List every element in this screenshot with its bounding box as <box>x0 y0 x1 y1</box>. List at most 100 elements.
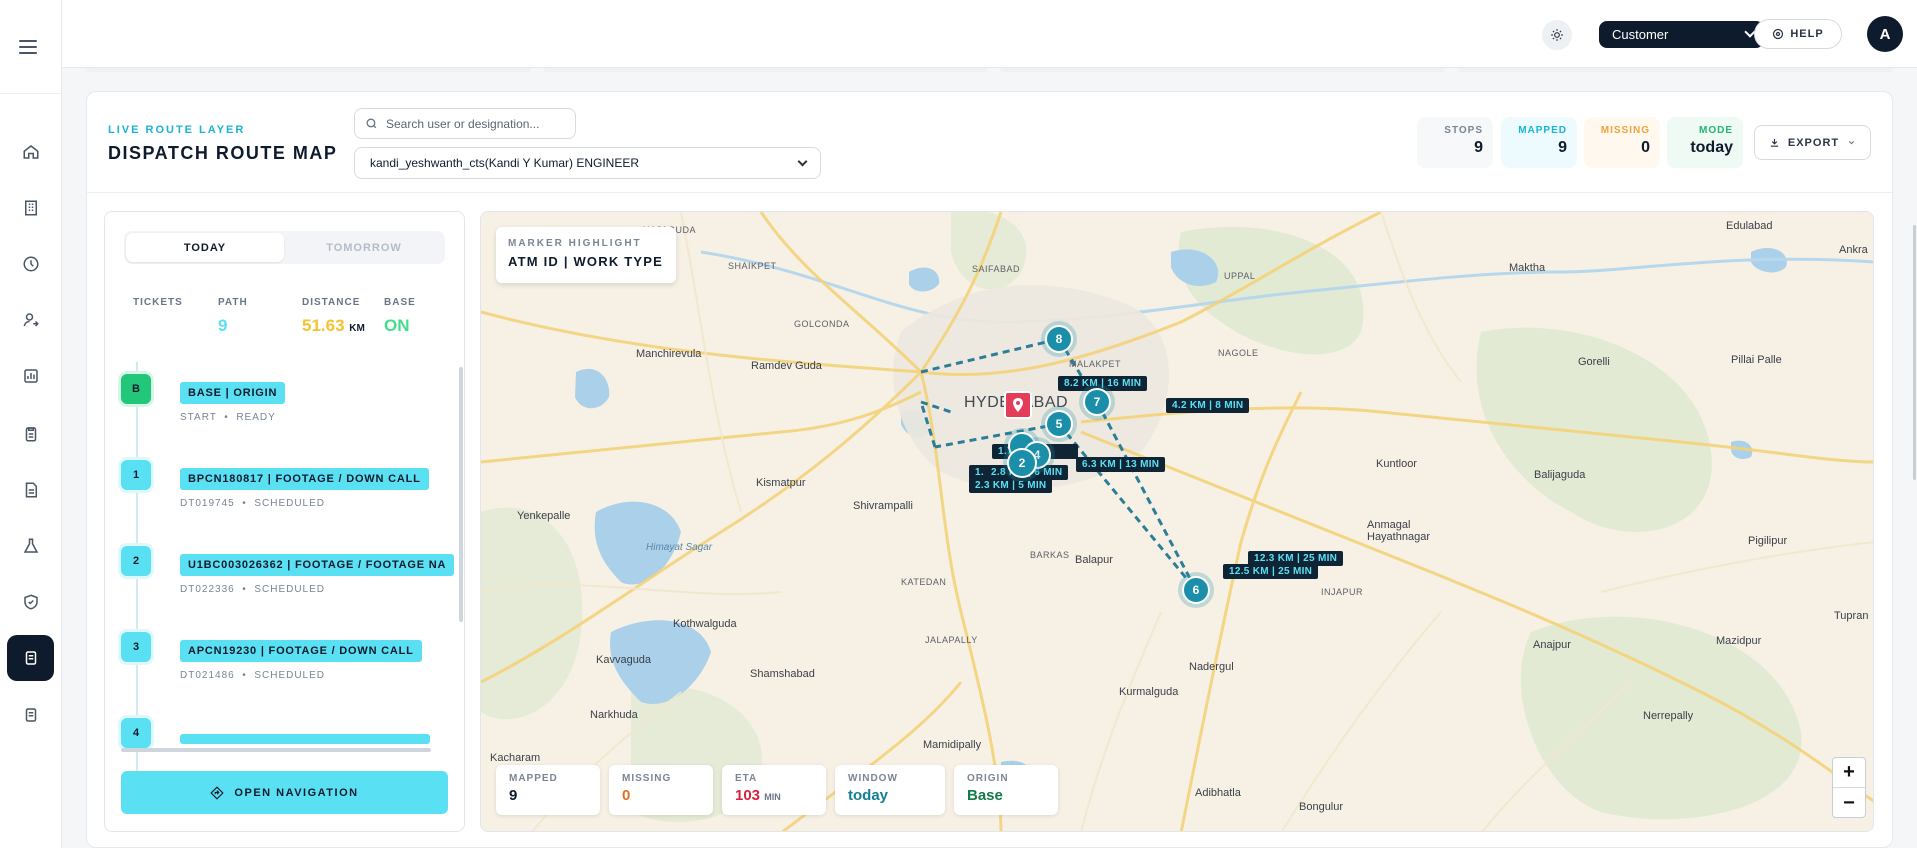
stop-meta: DT022336 • SCHEDULED <box>180 584 326 595</box>
route-marker[interactable]: 6 <box>1182 576 1210 604</box>
open-navigation-button[interactable]: OPEN NAVIGATION <box>121 771 448 814</box>
map-stat-value: 9 <box>509 787 518 804</box>
route-marker[interactable]: 2 <box>1007 448 1037 478</box>
hamburger-menu-icon[interactable] <box>19 36 43 60</box>
page-title: DISPATCH ROUTE MAP <box>108 143 338 163</box>
marker-highlight-card: MARKER HIGHLIGHT ATM ID | WORK TYPE <box>496 227 676 283</box>
help-button[interactable]: HELP <box>1754 19 1842 49</box>
stat-label: MAPPED <box>1518 125 1567 136</box>
stop-title-clipped <box>180 734 430 744</box>
kpi-value: ON <box>384 316 410 335</box>
map-stat-value: 103 <box>735 787 761 804</box>
stat-missing: MISSING 0 <box>1584 117 1660 168</box>
place-label: Shivrampalli <box>853 500 913 512</box>
place-label: Kacharam <box>490 752 541 764</box>
route-marker[interactable]: 5 <box>1045 410 1073 438</box>
map-stat-label: MISSING <box>622 773 672 784</box>
page-scrollbar[interactable] <box>1913 225 1916 480</box>
kpi-base: BASE ON <box>384 297 416 336</box>
role-select[interactable]: Customer <box>1599 21 1764 48</box>
place-label: Kothwalguda <box>673 618 737 630</box>
place-label: Nerrepally <box>1643 710 1694 722</box>
kpi-path: PATH 9 <box>218 297 248 336</box>
navigation-icon <box>210 785 225 800</box>
zoom-out-button[interactable]: − <box>1833 788 1865 818</box>
stop-badge: 4 <box>121 718 151 748</box>
stat-value: 9 <box>1558 139 1567 156</box>
zoom-in-button[interactable]: + <box>1833 758 1865 788</box>
tab-tomorrow[interactable]: TOMORROW <box>285 233 443 262</box>
route-panel: TODAY TOMORROW TICKETS PATH 9 DISTANCE 5… <box>104 211 465 832</box>
place-label: INJAPUR <box>1321 587 1364 597</box>
stat-stops: STOPS 9 <box>1417 117 1493 168</box>
stat-label: MISSING <box>1600 125 1650 136</box>
place-label: Kurmalguda <box>1119 686 1179 698</box>
stat-label: MODE <box>1699 125 1733 136</box>
search-input[interactable] <box>386 116 566 131</box>
place-label: Balijaguda <box>1534 469 1586 481</box>
nav-user-route[interactable] <box>7 297 54 343</box>
route-marker[interactable]: 7 <box>1083 388 1111 416</box>
nav-list-document[interactable] <box>7 692 54 738</box>
place-label: UPPAL <box>1224 271 1256 281</box>
panel-horizontal-scrollbar[interactable] <box>121 748 431 752</box>
theme-toggle[interactable] <box>1542 20 1572 50</box>
place-label: Adibhatla <box>1195 787 1241 799</box>
place-label: SHAIKPET <box>728 261 777 271</box>
kpi-label: PATH <box>218 297 248 308</box>
search-box[interactable] <box>354 108 576 139</box>
place-label: NAGOLE <box>1218 348 1259 358</box>
kpi-distance: DISTANCE 51.63 KM <box>302 297 365 336</box>
kpi-value: 51.63 <box>302 316 345 335</box>
stop-badge: 1 <box>121 460 151 490</box>
map-stat-missing: MISSING 0 <box>609 765 713 815</box>
map-stat-value: 0 <box>622 787 631 804</box>
nav-building[interactable] <box>7 185 54 231</box>
nav-dispatch-map[interactable] <box>7 635 54 681</box>
panel-scrollbar[interactable] <box>459 367 463 622</box>
map-stat-value: today <box>848 787 889 804</box>
place-label: BARKAS <box>1030 550 1070 560</box>
chevron-down-icon <box>1848 140 1855 145</box>
chart-icon <box>23 369 38 383</box>
route-marker[interactable]: 8 <box>1045 325 1073 353</box>
flask-icon <box>23 538 38 553</box>
nav-shield[interactable] <box>7 579 54 625</box>
route-map[interactable]: HAJAGUDA SHAIKPET SAIFABAD UPPAL Edulaba… <box>480 211 1874 832</box>
shield-icon <box>23 594 38 610</box>
nav-clock[interactable] <box>7 241 54 287</box>
tab-today[interactable]: TODAY <box>126 233 284 262</box>
stop-title: APCN19230 | FOOTAGE / DOWN CALL <box>180 640 422 662</box>
place-label: Pigilipur <box>1748 535 1788 547</box>
map-stat-mapped: MAPPED 9 <box>496 765 600 815</box>
document-icon <box>25 482 37 498</box>
stop-title: U1BC003026362 | FOOTAGE / FOOTAGE NA <box>180 554 455 576</box>
download-icon <box>1770 138 1779 147</box>
map-stat-unit: MIN <box>764 792 781 802</box>
base-location-pin[interactable] <box>1004 391 1032 419</box>
building-icon <box>24 200 37 216</box>
map-stat-label: MAPPED <box>509 773 558 784</box>
help-label: HELP <box>1790 28 1824 40</box>
nav-flask[interactable] <box>7 523 54 569</box>
nav-chart[interactable] <box>7 353 54 399</box>
map-stat-value: Base <box>967 787 1003 804</box>
sun-icon <box>1551 29 1563 41</box>
stop-badge: 2 <box>121 546 151 576</box>
nav-clipboard[interactable] <box>7 411 54 457</box>
day-tabs: TODAY TOMORROW <box>124 231 445 264</box>
place-label: GOLCONDA <box>794 319 850 329</box>
user-select[interactable]: kandi_yeshwanth_cts(Kandi Y Kumar) ENGIN… <box>354 147 821 179</box>
nav-home[interactable] <box>7 129 54 175</box>
place-label: Kavvaguda <box>596 654 652 666</box>
avatar[interactable]: A <box>1867 16 1903 52</box>
nav-document[interactable] <box>7 467 54 513</box>
sidebar-divider <box>0 93 62 94</box>
map-stat-eta: ETA 103 MIN <box>722 765 826 815</box>
export-button[interactable]: EXPORT <box>1754 125 1871 160</box>
stat-mode: MODE today <box>1667 117 1743 168</box>
card-divider <box>87 192 1892 193</box>
place-label: Balapur <box>1075 554 1113 566</box>
user-select-value: kandi_yeshwanth_cts(Kandi Y Kumar) ENGIN… <box>370 156 640 170</box>
map-stat-origin: ORIGIN Base <box>954 765 1058 815</box>
